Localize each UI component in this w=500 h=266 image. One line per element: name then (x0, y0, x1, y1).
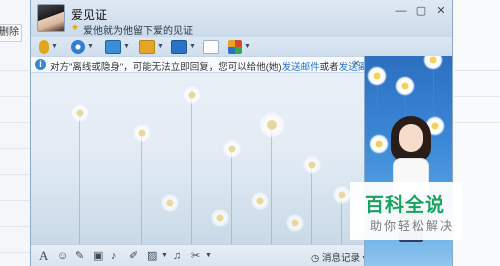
contact-name[interactable]: 爱见证 (71, 6, 107, 23)
message-history-label: 消息记录 (321, 253, 360, 264)
video-camera-icon (71, 39, 85, 54)
notice-connector: 或者 (319, 62, 339, 73)
watermark: 百科全说 助你轻松解决 (350, 182, 462, 240)
chevron-down-icon: ▼ (87, 43, 94, 50)
emoji-icon[interactable]: ☺ (57, 250, 68, 262)
close-icon[interactable]: ✕ (433, 4, 449, 18)
scenery-stem (271, 124, 272, 244)
scenery-daisy (161, 194, 179, 212)
chevron-down-icon: ▼ (123, 43, 130, 50)
microphone-icon (39, 39, 49, 54)
scenery-stem (141, 134, 142, 244)
scenery-daisy (259, 112, 285, 138)
scenery-daisy (286, 214, 304, 232)
chevron-down-icon: ▼ (157, 43, 164, 50)
scenery-daisy (183, 86, 201, 104)
invite-contact-icon (203, 39, 219, 54)
voice-message-icon[interactable]: ♪ (111, 250, 117, 262)
notice-message: 对方"离线或隐身"，可能无法立即回复，您可以给他(她) (50, 62, 282, 73)
contact-avatar[interactable] (37, 4, 65, 32)
file-transfer-button[interactable]: ▼ (139, 39, 164, 54)
chevron-down-icon: ▼ (244, 43, 251, 50)
scenery-daisy (71, 104, 89, 122)
screen-share-button[interactable]: ▼ (105, 39, 130, 54)
scenery-daisy (423, 56, 443, 70)
divider (454, 122, 500, 123)
watermark-title: 百科全说 (365, 194, 446, 216)
clock-icon: ◷ (311, 253, 320, 264)
font-icon[interactable]: A (39, 249, 48, 262)
scenery-stem (311, 164, 312, 244)
remote-assist-button[interactable]: ▼ (171, 39, 196, 54)
offline-notice-text: 对方"离线或隐身"，可能无法立即回复，您可以给他(她)发送邮件或者发送离线文件 (50, 59, 396, 73)
send-email-link[interactable]: 发送邮件 (282, 62, 320, 73)
chevron-down-icon: ▼ (189, 43, 196, 50)
minimize-icon[interactable]: — (393, 4, 409, 18)
message-history-button[interactable]: ◷ 消息记录 ▾ (311, 250, 367, 264)
divider (454, 96, 500, 97)
input-toolbar: A ☺ ✎ ▣ ♪ ✐ ▨ ▼ ♫ ✂ ▼ ◷ 消息记录 ▾ (31, 244, 367, 266)
close-icon[interactable]: ✕ (352, 59, 360, 70)
invite-contact-button[interactable] (203, 39, 219, 54)
edit-icon[interactable]: ✐ (129, 250, 138, 262)
app-center-button[interactable]: ▼ (228, 39, 251, 54)
scenery-daisy (303, 156, 321, 174)
message-history-area[interactable] (31, 74, 364, 244)
scenery-daisy (211, 209, 229, 227)
maximize-icon[interactable]: ▢ (413, 4, 429, 18)
scenery-daisy (367, 66, 387, 86)
folder-transfer-icon (139, 39, 155, 54)
app-grid-icon (228, 39, 242, 54)
scenery-daisy (369, 134, 389, 154)
chevron-down-icon: ▼ (51, 43, 58, 50)
screenshot-scissors-icon[interactable]: ✂ (191, 250, 200, 262)
image-icon[interactable]: ▨ (147, 250, 157, 262)
scenery-daisy (395, 76, 415, 96)
vibrate-icon[interactable]: ▣ (93, 250, 103, 262)
info-icon: i (35, 59, 46, 70)
offline-notice-bar: i 对方"离线或隐身"，可能无法立即回复，您可以给他(她)发送邮件或者发送离线文… (31, 56, 396, 73)
scenery-stem (79, 114, 80, 244)
contact-signature: 爱他就为他留下爱的见证 (83, 26, 193, 37)
chat-header[interactable]: 爱见证 ★ 爱他就为他留下爱的见证 — ▢ ✕ (31, 0, 452, 37)
scenery-stem (231, 149, 232, 244)
star-icon: ★ (71, 22, 80, 32)
divider (454, 70, 500, 71)
remote-desktop-icon (171, 39, 187, 54)
chevron-down-icon[interactable]: ▼ (161, 250, 168, 262)
video-call-button[interactable]: ▼ (71, 39, 94, 54)
magic-wand-icon[interactable]: ✎ (75, 250, 84, 262)
scenery-daisy (223, 140, 241, 158)
delete-button[interactable]: 删除 (0, 24, 22, 42)
watermark-subtitle: 助你轻松解决 (370, 219, 455, 233)
scenery-daisy (333, 186, 351, 204)
scenery-daisy (251, 192, 269, 210)
voice-call-button[interactable]: ▼ (39, 39, 58, 54)
chevron-down-icon[interactable]: ▼ (205, 250, 212, 262)
scenery-stem (191, 94, 192, 244)
music-icon[interactable]: ♫ (173, 250, 181, 262)
screen-share-icon (105, 39, 121, 54)
chat-toolbar: ▼ ▼ ▼ ▼ ▼ ▼ (31, 37, 452, 56)
scenery-daisy (133, 124, 151, 142)
